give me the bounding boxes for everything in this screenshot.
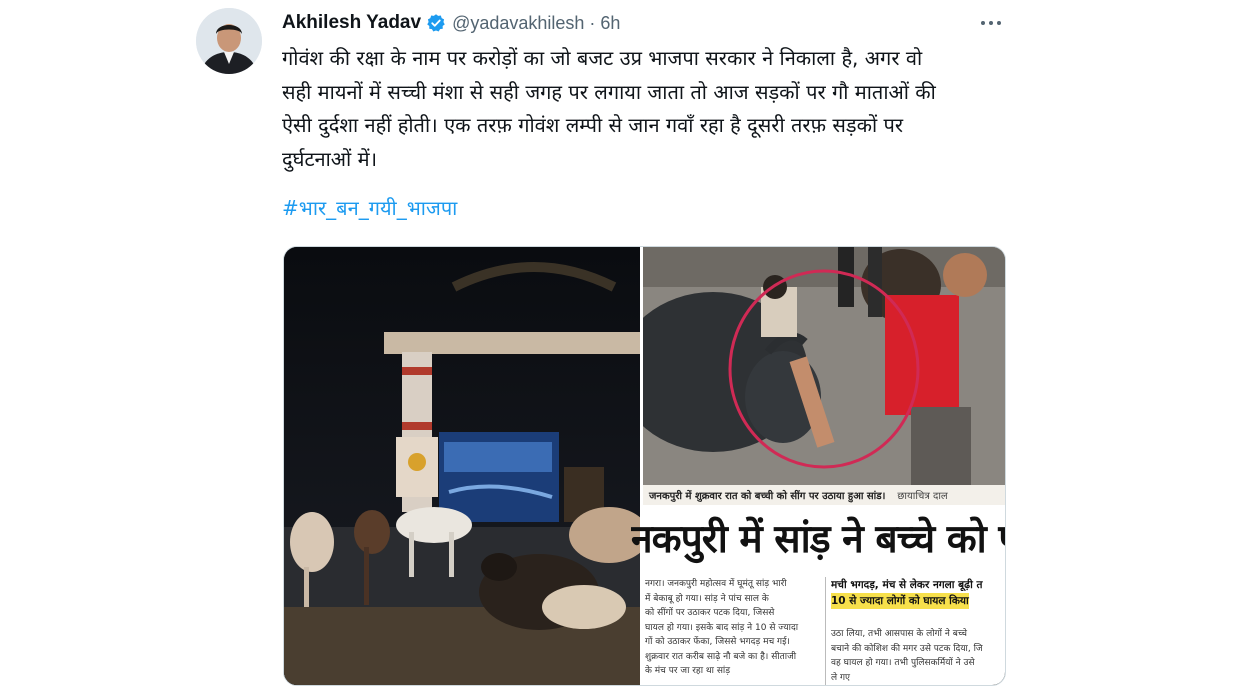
photo-caption: जनकपुरी में शुक्रवार रात को बच्ची को सीं… — [643, 485, 1005, 505]
newspaper-headline: नकपुरी में सांड़ ने बच्चे को पटक — [631, 517, 1005, 562]
article-line: वह घायल हो गया। तभी पुलिसकर्मियों ने उसे — [831, 658, 975, 668]
subhead-line: मची भगदड़, मंच से लेकर नगला बूढ़ी त — [831, 579, 983, 591]
article-line: घायल हो गया। इसके बाद सांड़ ने 10 से ज्य… — [645, 622, 799, 633]
subhead-highlight: 10 से ज्यादा लोगों को घायल किया — [831, 593, 969, 609]
article-left-column: नगरा। जनकपुरी महोत्सव में घूमंतू सांड़ भ… — [645, 577, 823, 685]
tweet-media-grid: जनकपुरी में शुक्रवार रात को बच्ची को सीं… — [283, 246, 1006, 686]
verified-badge-icon — [426, 13, 446, 33]
article-line: उठा लिया, तभी आसपास के लोगों ने बच्चे — [831, 629, 967, 639]
tweet-text-line: गोवंश की रक्षा के नाम पर करोड़ों का जो ब… — [282, 46, 923, 70]
newspaper-clipping-image[interactable]: जनकपुरी में शुक्रवार रात को बच्ची को सीं… — [631, 247, 1005, 685]
tweet-text: गोवंश की रक्षा के नाम पर करोड़ों का जो ब… — [282, 42, 1022, 176]
tweet-text-line: दुर्घटनाओं में। — [282, 146, 378, 171]
article-line: ले गए — [831, 672, 851, 683]
photo-caption-text: जनकपुरी में शुक्रवार रात को बच्ची को सीं… — [649, 491, 886, 502]
article-line: के मंच पर जा रहा था सांड़ — [645, 666, 731, 676]
article-line: में बेकाबू हो गया। सांड़ ने पांच साल के — [645, 593, 769, 604]
author-handle[interactable]: @yadavakhilesh — [452, 13, 584, 34]
bull-attack-photo — [643, 247, 1005, 485]
author-avatar[interactable] — [196, 8, 262, 74]
tweet-timestamp[interactable]: 6h — [600, 13, 620, 34]
article-line: को सींगों पर उठाकर पटक दिया, जिससे — [645, 608, 775, 618]
avatar-photo — [196, 8, 262, 74]
tweet-header: Akhilesh Yadav @yadavakhilesh · 6h — [282, 10, 620, 36]
column-divider — [825, 577, 826, 685]
article-right-column: उठा लिया, तभी आसपास के लोगों ने बच्चे बच… — [831, 627, 1005, 685]
article-line: नगरा। जनकपुरी महोत्सव में घूमंतू सांड़ भ… — [645, 579, 787, 589]
more-options-icon[interactable] — [978, 12, 1004, 34]
author-name[interactable]: Akhilesh Yadav — [282, 12, 421, 34]
tweet-text-line: सही मायनों में सच्ची मंशा से सही जगह पर … — [282, 79, 936, 104]
article-line: बचाने की कोशिश की मगर उसे पटक दिया, जि — [831, 643, 983, 654]
tweet-text-line: ऐसी दुर्दशा नहीं होती। एक तरफ़ गोवंश लम्… — [282, 113, 904, 137]
article-line: शुक्रवार रात करीब साढ़े नौ बजे का है। सी… — [645, 651, 797, 662]
photo-credit: छायाचित्र दाल — [897, 491, 948, 502]
article-line: गों को उठाकर फेंका, जिससे भगदड़ मच गई। — [645, 637, 790, 647]
newspaper-subhead: मची भगदड़, मंच से लेकर नगला बूढ़ी त 10 स… — [831, 577, 1005, 609]
hashtag-link[interactable]: #भार_बन_गयी_भाजपा — [282, 194, 457, 221]
cows-at-night-photo[interactable] — [284, 247, 649, 685]
separator-dot: · — [589, 12, 596, 33]
